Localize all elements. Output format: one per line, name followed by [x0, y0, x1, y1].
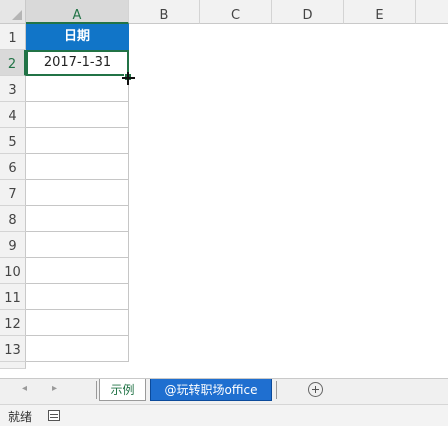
sheet-tab-example[interactable]: 示例: [99, 379, 146, 401]
column-header-overflow[interactable]: [416, 0, 448, 24]
cell-a2[interactable]: 2017-1-31: [26, 50, 129, 76]
cell-a7[interactable]: [26, 180, 129, 206]
row-header-13[interactable]: 13: [0, 336, 26, 362]
sheet-tab-office[interactable]: @玩转职场office: [150, 379, 272, 401]
row-header-7[interactable]: 7: [0, 180, 26, 206]
cell-a8[interactable]: [26, 206, 129, 232]
select-all-triangle-icon: [12, 10, 22, 20]
select-all-corner[interactable]: [0, 0, 26, 24]
cell-a3[interactable]: [26, 76, 129, 102]
status-ready: 就绪: [8, 410, 33, 424]
cell-a5[interactable]: [26, 128, 129, 154]
cell-a13[interactable]: [26, 336, 129, 362]
cell-a9[interactable]: [26, 232, 129, 258]
row-header-1[interactable]: 1: [0, 24, 26, 50]
row-header-12[interactable]: 12: [0, 310, 26, 336]
column-header-a[interactable]: A: [26, 0, 129, 24]
row-header-14-partial[interactable]: [0, 362, 26, 369]
column-header-e[interactable]: E: [344, 0, 416, 24]
add-sheet-icon[interactable]: [308, 382, 323, 397]
row-header-2[interactable]: 2: [0, 50, 26, 76]
tab-separator: [96, 381, 97, 399]
status-bar: 就绪: [0, 404, 448, 426]
sheet-tab-bar: ◂ ▸ 示例 @玩转职场office: [0, 378, 448, 404]
cell-a4[interactable]: [26, 102, 129, 128]
next-sheet-icon[interactable]: ▸: [52, 383, 57, 394]
column-header-c[interactable]: C: [200, 0, 272, 24]
row-header-11[interactable]: 11: [0, 284, 26, 310]
row-header-3[interactable]: 3: [0, 76, 26, 102]
crosshair-cursor-icon: [122, 72, 135, 85]
cell-a10[interactable]: [26, 258, 129, 284]
row-header-8[interactable]: 8: [0, 206, 26, 232]
cell-a12[interactable]: [26, 310, 129, 336]
row-header-4[interactable]: 4: [0, 102, 26, 128]
column-header-d[interactable]: D: [272, 0, 344, 24]
tab-separator: [276, 381, 277, 399]
row-header-6[interactable]: 6: [0, 154, 26, 180]
macro-record-icon[interactable]: [48, 410, 60, 421]
cell-a6[interactable]: [26, 154, 129, 180]
prev-sheet-icon[interactable]: ◂: [22, 383, 27, 394]
cell-a11[interactable]: [26, 284, 129, 310]
cell-a1[interactable]: 日期: [26, 24, 129, 50]
row-header-10[interactable]: 10: [0, 258, 26, 284]
spreadsheet-grid[interactable]: A B C D E 1 2 3 4 5 6 7 8 9 10 11 12 13 …: [0, 0, 448, 378]
row-header-5[interactable]: 5: [0, 128, 26, 154]
column-header-b[interactable]: B: [129, 0, 200, 24]
row-header-9[interactable]: 9: [0, 232, 26, 258]
